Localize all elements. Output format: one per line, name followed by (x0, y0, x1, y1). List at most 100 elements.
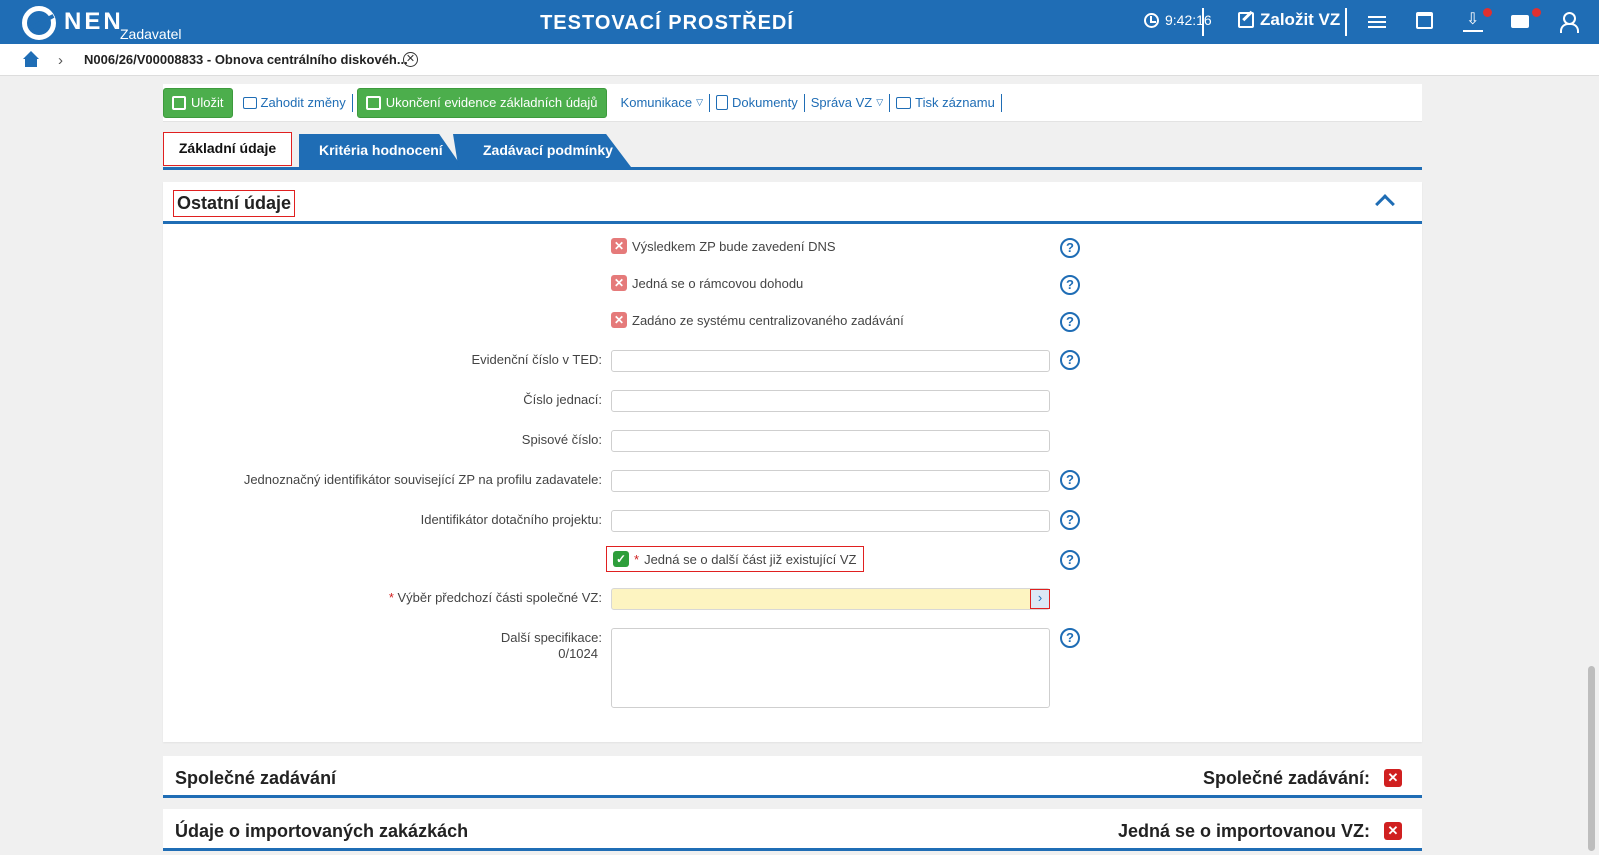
toolbar: Uložit Zahodit změny Ukončení evidence z… (163, 84, 1422, 122)
finish-evidence-button[interactable]: Ukončení evidence základních údajů (356, 87, 607, 118)
new-vz-button[interactable]: Založit VZ (1238, 10, 1340, 30)
central-system-checkbox[interactable]: ✕ Zadáno ze systému centralizovaného zad… (611, 312, 904, 328)
joint-procurement-title: Společné zadávání (175, 768, 337, 788)
help-icon[interactable]: ? (1060, 275, 1080, 295)
previous-part-input[interactable] (611, 588, 1050, 610)
dns-checkbox[interactable]: ✕ Výsledkem ZP bude zavedení DNS (611, 238, 836, 254)
save-button[interactable]: Uložit (163, 87, 233, 118)
ted-number-label: Evidenční číslo v TED: (471, 352, 602, 367)
profile-id-label: Jednoznačný identifikátor související ZP… (243, 472, 602, 487)
joint-procurement-status-label: Společné zadávání: (1202, 768, 1370, 788)
imported-contracts-panel[interactable]: Údaje o importovaných zakázkách Jedná se… (163, 809, 1422, 851)
finish-icon (365, 95, 381, 110)
divider (1000, 93, 1002, 112)
false-x-icon: ✕ (1384, 769, 1402, 787)
reference-number-label: Číslo jednací: (523, 392, 602, 407)
save-icon (172, 95, 186, 110)
previous-part-label: * Výběr předchozí části společné VZ: (389, 590, 602, 605)
print-icon (896, 96, 912, 109)
home-icon[interactable] (22, 51, 40, 67)
help-icon[interactable]: ? (1060, 470, 1080, 490)
manage-label: Správa VZ (810, 95, 873, 110)
chevron-right-icon: › (58, 52, 63, 69)
manage-vz-menu[interactable]: Správa VZ ▽ (805, 95, 889, 110)
print-link[interactable]: Tisk záznamu (890, 95, 1001, 110)
communication-label: Komunikace (620, 95, 693, 110)
panel-title: Ostatní údaje (173, 190, 296, 217)
unchecked-x-icon: ✕ (611, 238, 627, 254)
save-label: Uložit (191, 95, 224, 110)
unchecked-x-icon: ✕ (611, 275, 627, 291)
file-number-input[interactable] (611, 430, 1050, 452)
previous-part-label-text: Výběr předchozí části společné VZ: (397, 590, 603, 605)
help-icon[interactable]: ? (1060, 510, 1080, 530)
lookup-button[interactable]: › (1030, 589, 1050, 609)
specification-label: Další specifikace: (500, 630, 602, 645)
ted-number-input[interactable] (611, 350, 1050, 372)
divider (1202, 8, 1204, 36)
discard-changes-link[interactable]: Zahodit změny (237, 95, 352, 110)
tab-underline (163, 167, 1422, 170)
triangle-down-icon: ▽ (696, 97, 704, 107)
divider (351, 93, 353, 112)
help-icon[interactable]: ? (1060, 628, 1080, 648)
scrollbar-thumb[interactable] (1588, 666, 1595, 851)
framework-checkbox[interactable]: ✕ Jedná se o rámcovou dohodu (611, 275, 803, 291)
notification-badge (1483, 8, 1492, 17)
environment-title: TESTOVACÍ PROSTŘEDÍ (540, 12, 794, 34)
download-icon[interactable] (1463, 9, 1483, 32)
divider (1345, 8, 1347, 36)
reference-number-input[interactable] (611, 390, 1050, 412)
communication-menu[interactable]: Komunikace ▽ (615, 95, 709, 110)
documents-link[interactable]: Dokumenty (710, 95, 804, 110)
grant-id-input[interactable] (611, 510, 1050, 532)
central-system-label: Zadáno ze systému centralizovaného zadáv… (632, 312, 904, 328)
breadcrumb: › N006/26/V00008833 - Obnova centrálního… (0, 44, 1599, 76)
joint-procurement-panel[interactable]: Společné zadávání Společné zadávání: ✕ (163, 756, 1422, 798)
notification-badge (1532, 8, 1541, 17)
false-x-icon: ✕ (1384, 822, 1402, 840)
file-number-label: Spisové číslo: (521, 432, 602, 447)
triangle-down-icon: ▽ (876, 97, 884, 107)
profile-id-input[interactable] (611, 470, 1050, 492)
framework-label: Jedná se o rámcovou dohodu (632, 275, 804, 291)
existing-vz-checkbox[interactable]: ✓ * Jedná se o další část již existující… (606, 546, 864, 572)
user-icon[interactable] (1558, 12, 1579, 33)
close-icon[interactable]: ✕ (403, 52, 418, 67)
required-mark: * (388, 590, 394, 605)
menu-icon[interactable] (1368, 12, 1388, 32)
top-bar: NEN Zadavatel TESTOVACÍ PROSTŘEDÍ 9:42:1… (0, 0, 1599, 44)
clock-icon (1144, 12, 1159, 28)
other-info-panel: Ostatní údaje ✕ Výsledkem ZP bude zavede… (163, 182, 1422, 742)
new-vz-label: Založit VZ (1260, 10, 1341, 29)
edit-icon (1238, 12, 1254, 28)
help-icon[interactable]: ? (1060, 350, 1080, 370)
help-icon[interactable]: ? (1060, 312, 1080, 332)
undo-icon (242, 96, 257, 109)
discard-label: Zahodit změny (260, 95, 346, 110)
grant-id-label: Identifikátor dotačního projektu: (420, 512, 602, 527)
unchecked-x-icon: ✕ (611, 312, 627, 328)
vertical-scrollbar[interactable] (1584, 76, 1599, 855)
specification-textarea[interactable] (611, 628, 1050, 708)
tab-basic-info[interactable]: Základní údaje (163, 132, 292, 166)
breadcrumb-item[interactable]: N006/26/V00008833 - Obnova centrálního d… (84, 52, 408, 67)
document-icon (716, 95, 729, 110)
documents-label: Dokumenty (732, 95, 798, 110)
print-label: Tisk záznamu (915, 95, 995, 110)
tab-evaluation-criteria[interactable]: Kritéria hodnocení (299, 134, 462, 167)
calendar-icon[interactable] (1416, 12, 1433, 29)
help-icon[interactable]: ? (1060, 550, 1080, 570)
clock-time: 9:42:16 (1165, 12, 1212, 28)
required-mark: * (634, 551, 640, 567)
mail-icon[interactable] (1511, 15, 1529, 28)
imported-contracts-title: Údaje o importovaných zakázkách (175, 821, 469, 841)
dns-label: Výsledkem ZP bude zavedení DNS (632, 238, 836, 254)
panel-header: Ostatní údaje (163, 182, 1422, 224)
existing-vz-label: Jedná se o další část již existující VZ (644, 551, 857, 567)
checked-icon: ✓ (613, 551, 629, 567)
help-icon[interactable]: ? (1060, 238, 1080, 258)
tab-tender-conditions[interactable]: Zadávací podmínky (453, 134, 631, 167)
imported-vz-status-label: Jedná se o importovanou VZ: (1117, 821, 1370, 841)
chevron-up-icon[interactable] (1375, 194, 1395, 214)
